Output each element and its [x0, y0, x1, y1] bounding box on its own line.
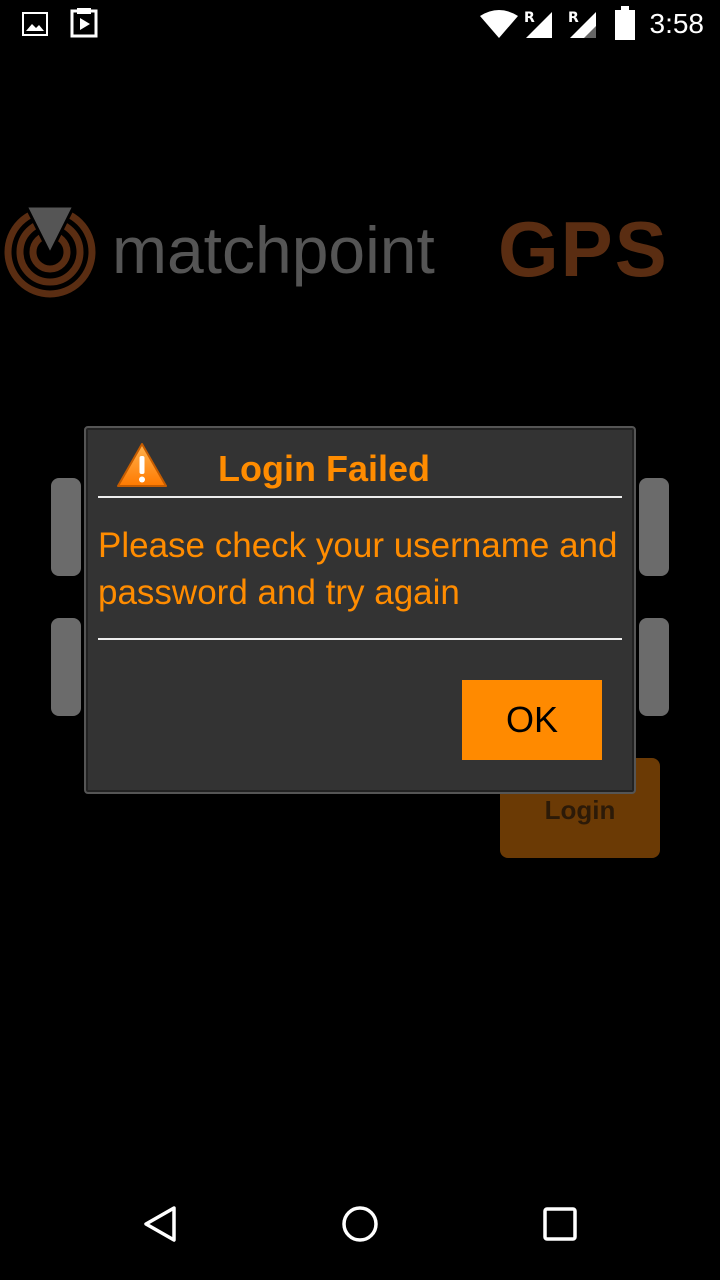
wifi-icon [480, 10, 518, 42]
username-field[interactable] [51, 478, 81, 576]
logo-brand-text: matchpoint [112, 213, 435, 287]
recents-icon[interactable] [542, 1204, 578, 1248]
battery-icon [614, 6, 636, 44]
back-icon[interactable] [140, 1204, 180, 1248]
dialog-title: Login Failed [218, 448, 430, 489]
status-bar: R R 3:58 [0, 0, 720, 48]
password-field-right-edge[interactable] [639, 618, 669, 716]
ok-button[interactable]: OK [462, 680, 602, 760]
image-notification-icon [22, 12, 48, 40]
signal-r-icon: R [566, 8, 600, 44]
logo-brand-suffix: GPS [498, 205, 669, 293]
password-field[interactable] [51, 618, 81, 716]
dialog-title-divider [98, 496, 622, 498]
target-logo-icon [4, 204, 96, 302]
media-notification-icon [68, 8, 100, 42]
username-field-right-edge[interactable] [639, 478, 669, 576]
svg-text:R: R [568, 10, 579, 26]
dialog-message: Please check your username and password … [98, 526, 618, 612]
dialog-message-divider [98, 638, 622, 640]
warning-icon [116, 442, 168, 492]
home-icon[interactable] [340, 1204, 380, 1248]
login-failed-dialog: Login Failed Please check your username … [84, 426, 636, 794]
svg-text:R: R [524, 10, 535, 26]
signal-r-icon: R [522, 8, 556, 44]
status-clock: 3:58 [649, 8, 705, 39]
navigation-bar [0, 1184, 720, 1280]
